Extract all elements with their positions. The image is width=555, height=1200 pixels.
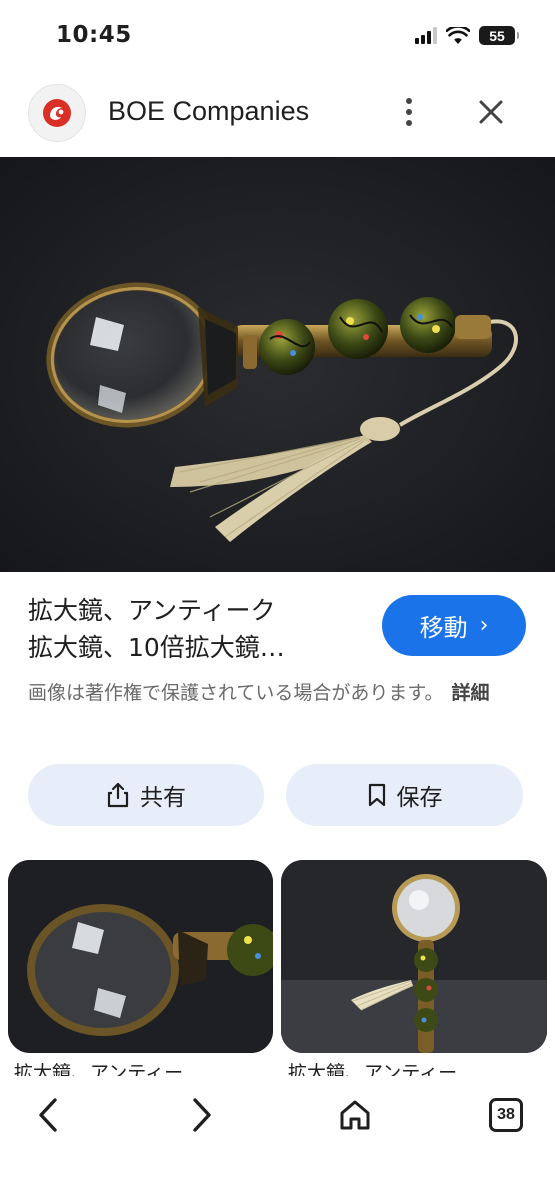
related-image-1[interactable] bbox=[8, 860, 273, 1053]
bottom-toolbar: 38 bbox=[0, 1076, 555, 1200]
source-header: BOE Companies bbox=[0, 82, 555, 144]
copyright-notice: 画像は著作権で保護されている場合があります。 詳細 bbox=[28, 678, 518, 708]
wifi-icon bbox=[446, 26, 470, 44]
tabs-icon[interactable]: 38 bbox=[481, 1090, 531, 1140]
save-label: 保存 bbox=[396, 785, 443, 811]
share-button[interactable]: 共有 bbox=[28, 764, 264, 826]
home-icon[interactable] bbox=[330, 1090, 380, 1140]
image-title-line-1: 拡大鏡、アンティーク bbox=[28, 596, 276, 625]
bookmark-icon bbox=[368, 783, 385, 807]
visit-button-label: 移動 bbox=[419, 614, 468, 642]
site-title[interactable]: BOE Companies bbox=[108, 96, 309, 127]
battery-icon: 55 bbox=[479, 26, 519, 45]
back-icon[interactable] bbox=[24, 1090, 74, 1140]
cellular-signal-icon bbox=[415, 27, 437, 44]
details-link[interactable]: 詳細 bbox=[452, 682, 490, 704]
status-time: 10:45 bbox=[56, 22, 132, 48]
close-icon[interactable] bbox=[474, 95, 508, 129]
main-image[interactable] bbox=[0, 157, 555, 572]
image-title[interactable]: 拡大鏡、アンティーク 拡大鏡、10倍拡大鏡… bbox=[28, 592, 368, 666]
status-icons: 55 bbox=[415, 26, 519, 45]
forward-icon[interactable] bbox=[176, 1090, 226, 1140]
image-title-line-2: 拡大鏡、10倍拡大鏡… bbox=[28, 633, 285, 662]
site-logo-icon[interactable] bbox=[28, 84, 86, 142]
status-bar: 10:45 55 bbox=[0, 0, 555, 70]
share-label: 共有 bbox=[140, 785, 186, 811]
copyright-text: 画像は著作権で保護されている場合があります。 bbox=[28, 682, 444, 704]
share-icon bbox=[107, 782, 129, 808]
chevron-right-icon: › bbox=[479, 613, 489, 638]
related-image-2[interactable] bbox=[281, 860, 547, 1053]
tab-count: 38 bbox=[489, 1098, 523, 1132]
visit-button[interactable]: 移動 › bbox=[382, 595, 526, 656]
battery-level: 55 bbox=[489, 27, 505, 44]
save-button[interactable]: 保存 bbox=[286, 764, 523, 826]
more-vert-icon[interactable] bbox=[396, 94, 422, 130]
